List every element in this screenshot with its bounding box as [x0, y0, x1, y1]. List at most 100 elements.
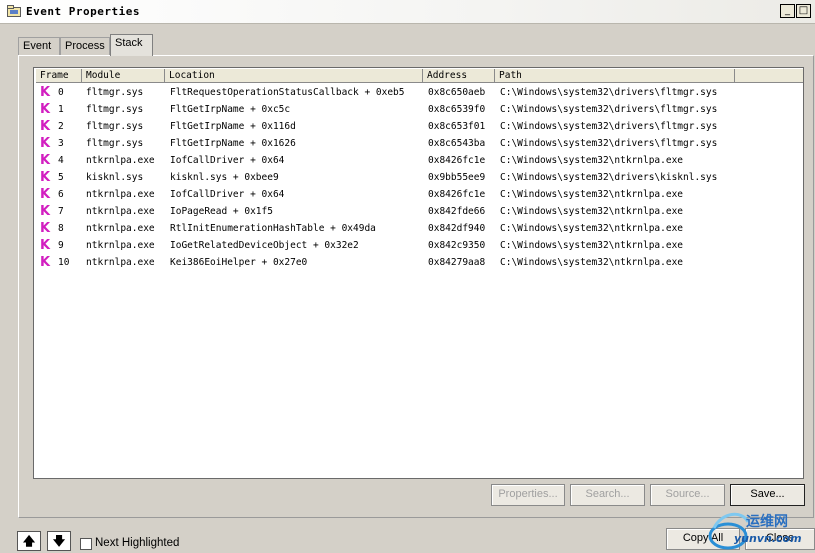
cell-address: 0x8c650aeb — [428, 87, 486, 98]
search-button[interactable]: Search... — [570, 484, 645, 506]
cell-frame: 6 — [58, 189, 64, 200]
cell-frame: 1 — [58, 104, 64, 115]
cell-path: C:\Windows\system32\ntkrnlpa.exe — [500, 189, 684, 200]
cell-frame: 0 — [58, 87, 64, 98]
cell-frame: 9 — [58, 240, 64, 251]
cell-location: FltGetIrpName + 0x1626 — [170, 138, 296, 149]
column-header-frame[interactable]: Frame — [36, 69, 82, 83]
cell-path: C:\Windows\system32\ntkrnlpa.exe — [500, 155, 684, 166]
cell-path: C:\Windows\system32\drivers\kisknl.sys — [500, 172, 718, 183]
cell-path: C:\Windows\system32\drivers\fltmgr.sys — [500, 87, 718, 98]
cell-module: ntkrnlpa.exe — [86, 206, 155, 217]
maximize-button[interactable]: □ — [796, 4, 811, 18]
cell-module: ntkrnlpa.exe — [86, 257, 155, 268]
tab-event[interactable]: Event — [18, 37, 60, 56]
cell-address: 0x8c653f01 — [428, 121, 486, 132]
cell-frame: 8 — [58, 223, 64, 234]
save-button[interactable]: Save... — [730, 484, 805, 506]
kernel-frame-icon: K — [40, 187, 51, 202]
cell-path: C:\Windows\system32\ntkrnlpa.exe — [500, 223, 684, 234]
cell-module: fltmgr.sys — [86, 121, 144, 132]
kernel-frame-icon: K — [40, 204, 51, 219]
cell-frame: 2 — [58, 121, 64, 132]
kernel-frame-icon: K — [40, 221, 51, 236]
table-row[interactable]: K 1 fltmgr.sys FltGetIrpName + 0xc5c 0x8c653… — [36, 101, 796, 118]
cell-address: 0x84279aa8 — [428, 257, 486, 268]
cell-address: 0x8c6543ba — [428, 138, 486, 149]
table-row[interactable]: K 6 ntkrnlpa.exe IofCallDriver + 0x64 0x8426… — [36, 186, 796, 203]
next-highlighted-checkbox[interactable] — [80, 538, 92, 550]
table-row[interactable]: K 0 fltmgr.sys FltRequestOperationStatusCal… — [36, 84, 796, 101]
cell-path: C:\Windows\system32\ntkrnlpa.exe — [500, 257, 684, 268]
close-button[interactable]: Close — [745, 528, 815, 550]
cell-module: kisknl.sys — [86, 172, 144, 183]
tab-stack[interactable]: Stack — [110, 34, 153, 56]
arrow-down-icon: 🡇 — [52, 534, 66, 548]
title-bar: Event Properties _ □ — [0, 0, 815, 24]
cell-module: ntkrnlpa.exe — [86, 155, 155, 166]
kernel-frame-icon: K — [40, 119, 51, 134]
cell-address: 0x842df940 — [428, 223, 486, 234]
kernel-frame-icon: K — [40, 102, 51, 117]
cell-module: ntkrnlpa.exe — [86, 240, 155, 251]
tab-process[interactable]: Process — [60, 37, 110, 56]
cell-location: Kei386EoiHelper + 0x27e0 — [170, 257, 308, 268]
folder-window-icon — [7, 5, 21, 17]
cell-path: C:\Windows\system32\drivers\fltmgr.sys — [500, 121, 718, 132]
column-header-location[interactable]: Location — [165, 69, 423, 83]
cell-module: ntkrnlpa.exe — [86, 189, 155, 200]
cell-module: fltmgr.sys — [86, 87, 144, 98]
move-down-button[interactable]: 🡇 — [47, 531, 71, 551]
cell-module: fltmgr.sys — [86, 138, 144, 149]
cell-path: C:\Windows\system32\ntkrnlpa.exe — [500, 206, 684, 217]
cell-module: fltmgr.sys — [86, 104, 144, 115]
next-highlighted-label[interactable]: Next Highlighted — [95, 537, 179, 549]
column-header-path[interactable]: Path — [495, 69, 735, 83]
table-row[interactable]: K 9 ntkrnlpa.exe IoGetRelatedDeviceObject +… — [36, 237, 796, 254]
cell-address: 0x8426fc1e — [428, 189, 486, 200]
cell-address: 0x8426fc1e — [428, 155, 486, 166]
cell-location: FltGetIrpName + 0xc5c — [170, 104, 291, 115]
cell-frame: 5 — [58, 172, 64, 183]
cell-location: FltRequestOperationStatusCallback + 0xeb… — [170, 87, 405, 98]
window-title: Event Properties — [26, 5, 140, 18]
cell-frame: 4 — [58, 155, 64, 166]
table-row[interactable]: K 7 ntkrnlpa.exe IoPageRead + 0x1f5 0x842fde… — [36, 203, 796, 220]
cell-location: IofCallDriver + 0x64 — [170, 155, 285, 166]
column-header-module[interactable]: Module — [82, 69, 165, 83]
cell-location: IoGetRelatedDeviceObject + 0x32e2 — [170, 240, 359, 251]
column-header-address[interactable]: Address — [423, 69, 495, 83]
stack-list[interactable]: Frame Module Location Address Path K 0 flt… — [33, 67, 804, 479]
cell-frame: 10 — [58, 257, 70, 268]
table-row[interactable]: K 8 ntkrnlpa.exe RtlInitEnumerationHashTabl… — [36, 220, 796, 237]
cell-location: IoPageRead + 0x1f5 — [170, 206, 273, 217]
cell-frame: 3 — [58, 138, 64, 149]
source-button[interactable]: Source... — [650, 484, 725, 506]
kernel-frame-icon: K — [40, 153, 51, 168]
cell-module: ntkrnlpa.exe — [86, 223, 155, 234]
table-row[interactable]: K 4 ntkrnlpa.exe IofCallDriver + 0x64 0x8426… — [36, 152, 796, 169]
kernel-frame-icon: K — [40, 136, 51, 151]
properties-button[interactable]: Properties... — [491, 484, 565, 506]
minimize-button[interactable]: _ — [780, 4, 795, 18]
cell-path: C:\Windows\system32\ntkrnlpa.exe — [500, 240, 684, 251]
cell-location: kisknl.sys + 0xbee9 — [170, 172, 279, 183]
cell-address: 0x8c6539f0 — [428, 104, 486, 115]
table-row[interactable]: K 10 ntkrnlpa.exe Kei386EoiHelper + 0x27e0 0… — [36, 254, 796, 271]
cell-location: RtlInitEnumerationHashTable + 0x49da — [170, 223, 376, 234]
column-header-filler — [735, 69, 803, 83]
cell-location: IofCallDriver + 0x64 — [170, 189, 285, 200]
cell-address: 0x9bb55ee9 — [428, 172, 486, 183]
column-headers: Frame Module Location Address Path — [36, 69, 803, 83]
cell-location: FltGetIrpName + 0x116d — [170, 121, 296, 132]
cell-address: 0x842c9350 — [428, 240, 486, 251]
copy-all-button[interactable]: Copy All — [666, 528, 740, 550]
kernel-frame-icon: K — [40, 85, 51, 100]
table-row[interactable]: K 3 fltmgr.sys FltGetIrpName + 0x1626 0x8c65… — [36, 135, 796, 152]
cell-address: 0x842fde66 — [428, 206, 486, 217]
table-row[interactable]: K 5 kisknl.sys kisknl.sys + 0xbee9 0x9bb55ee… — [36, 169, 796, 186]
kernel-frame-icon: K — [40, 170, 51, 185]
kernel-frame-icon: K — [40, 238, 51, 253]
table-row[interactable]: K 2 fltmgr.sys FltGetIrpName + 0x116d 0x8c65… — [36, 118, 796, 135]
move-up-button[interactable]: 🡅 — [17, 531, 41, 551]
